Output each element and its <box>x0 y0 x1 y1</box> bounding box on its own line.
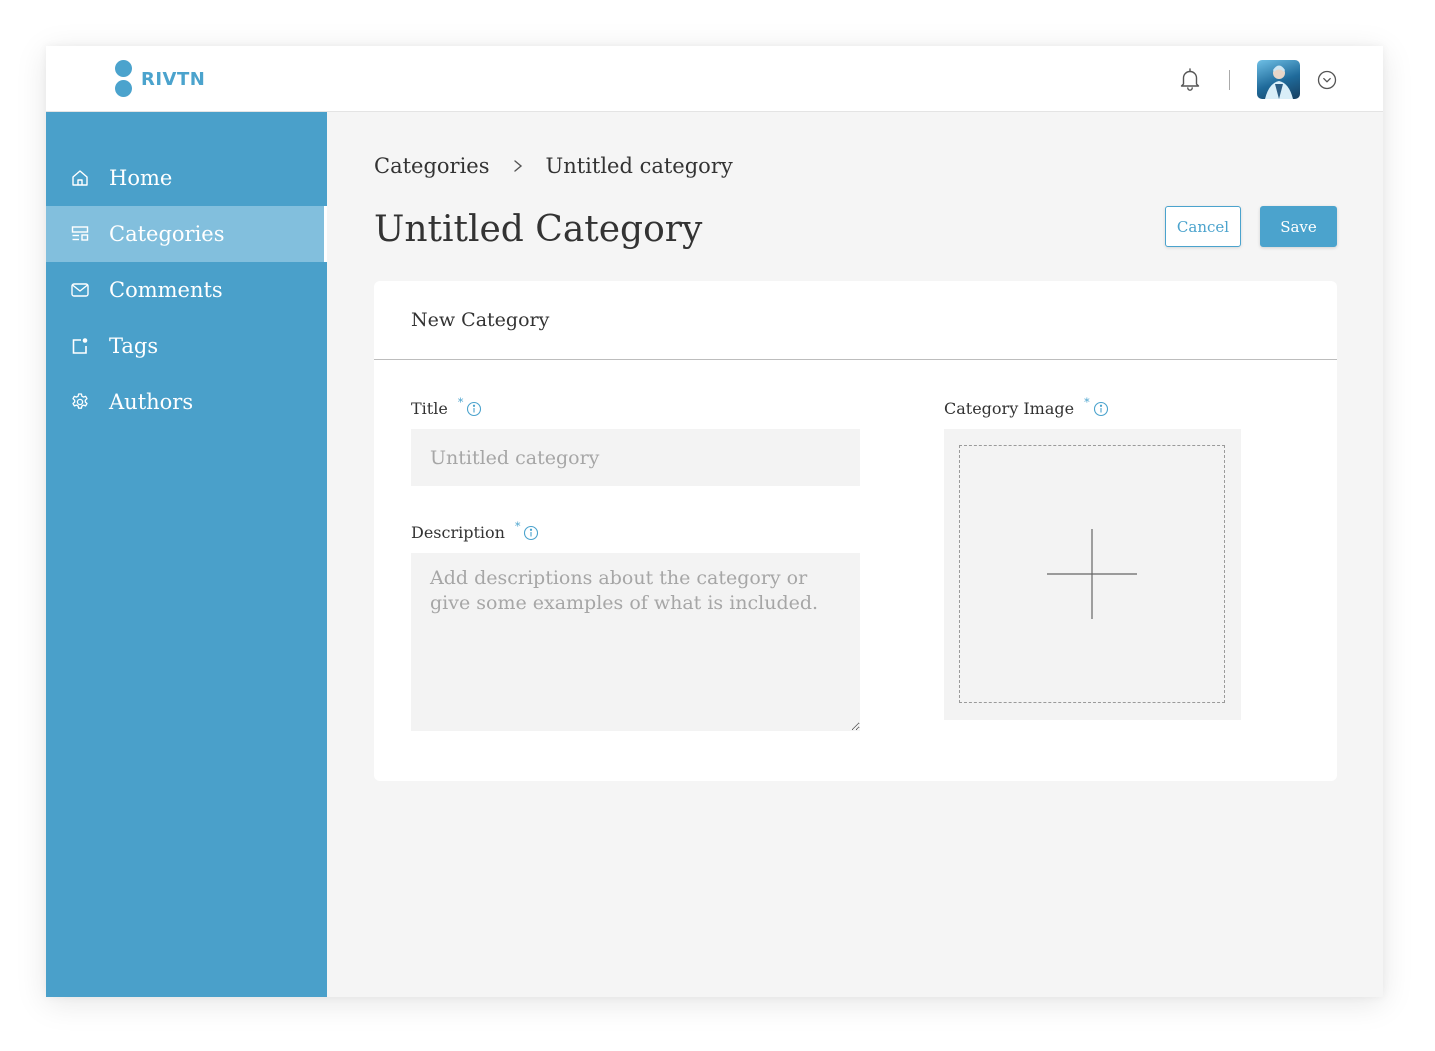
sidebar-item-comments[interactable]: Comments <box>46 262 327 318</box>
description-label-text: Description <box>411 523 505 542</box>
sidebar-item-tags[interactable]: Tags <box>46 318 327 374</box>
plus-icon <box>1047 529 1137 619</box>
required-mark: * <box>1084 396 1090 409</box>
sidebar: Home Categories Comments Tags Authors <box>46 112 327 997</box>
sidebar-item-label: Comments <box>109 278 223 302</box>
breadcrumb-current: Untitled category <box>545 154 733 178</box>
info-icon[interactable] <box>523 525 539 541</box>
sidebar-item-authors[interactable]: Authors <box>46 374 327 430</box>
title-label: Title * <box>411 396 482 418</box>
required-mark: * <box>457 396 464 409</box>
gear-icon <box>69 391 91 413</box>
bell-icon[interactable] <box>1177 66 1203 92</box>
info-icon[interactable] <box>466 401 482 417</box>
sidebar-item-label: Tags <box>109 334 159 358</box>
category-image-label-text: Category Image <box>944 399 1075 418</box>
title-input[interactable] <box>411 429 860 486</box>
category-image-label: Category Image * <box>944 396 1109 418</box>
image-upload-dropzone[interactable] <box>944 429 1241 720</box>
top-bar: RIVTN <box>46 46 1383 112</box>
save-button[interactable]: Save <box>1260 206 1337 247</box>
categories-icon <box>69 223 91 245</box>
home-icon <box>69 167 91 189</box>
logo[interactable]: RIVTN <box>115 60 205 98</box>
required-mark: * <box>514 520 521 533</box>
sidebar-item-label: Authors <box>109 390 194 414</box>
app-window: RIVTN Home Categories Comments Tags Auth… <box>46 46 1383 997</box>
sidebar-item-label: Categories <box>109 222 225 246</box>
sidebar-item-home[interactable]: Home <box>46 150 327 206</box>
cancel-button[interactable]: Cancel <box>1165 206 1241 247</box>
brand-name: RIVTN <box>141 68 206 90</box>
description-input[interactable] <box>411 553 860 731</box>
breadcrumb-parent[interactable]: Categories <box>374 154 490 178</box>
description-label: Description * <box>411 520 539 542</box>
tag-icon <box>69 335 91 357</box>
page-title: Untitled Category <box>374 209 703 250</box>
avatar[interactable] <box>1257 60 1300 99</box>
sidebar-item-categories[interactable]: Categories <box>46 206 327 262</box>
breadcrumb: Categories Untitled category <box>374 154 733 178</box>
title-label-text: Title <box>411 399 448 418</box>
header-divider <box>1229 70 1230 90</box>
category-form-card: New Category Title * Description * Categ… <box>374 281 1337 781</box>
info-icon[interactable] <box>1093 401 1109 417</box>
sidebar-item-label: Home <box>109 166 173 190</box>
mail-icon <box>69 279 91 301</box>
chevron-down-icon[interactable] <box>1317 70 1337 90</box>
logo-mark-icon <box>115 60 133 98</box>
chevron-right-icon <box>512 159 524 173</box>
card-title: New Category <box>374 281 1337 360</box>
